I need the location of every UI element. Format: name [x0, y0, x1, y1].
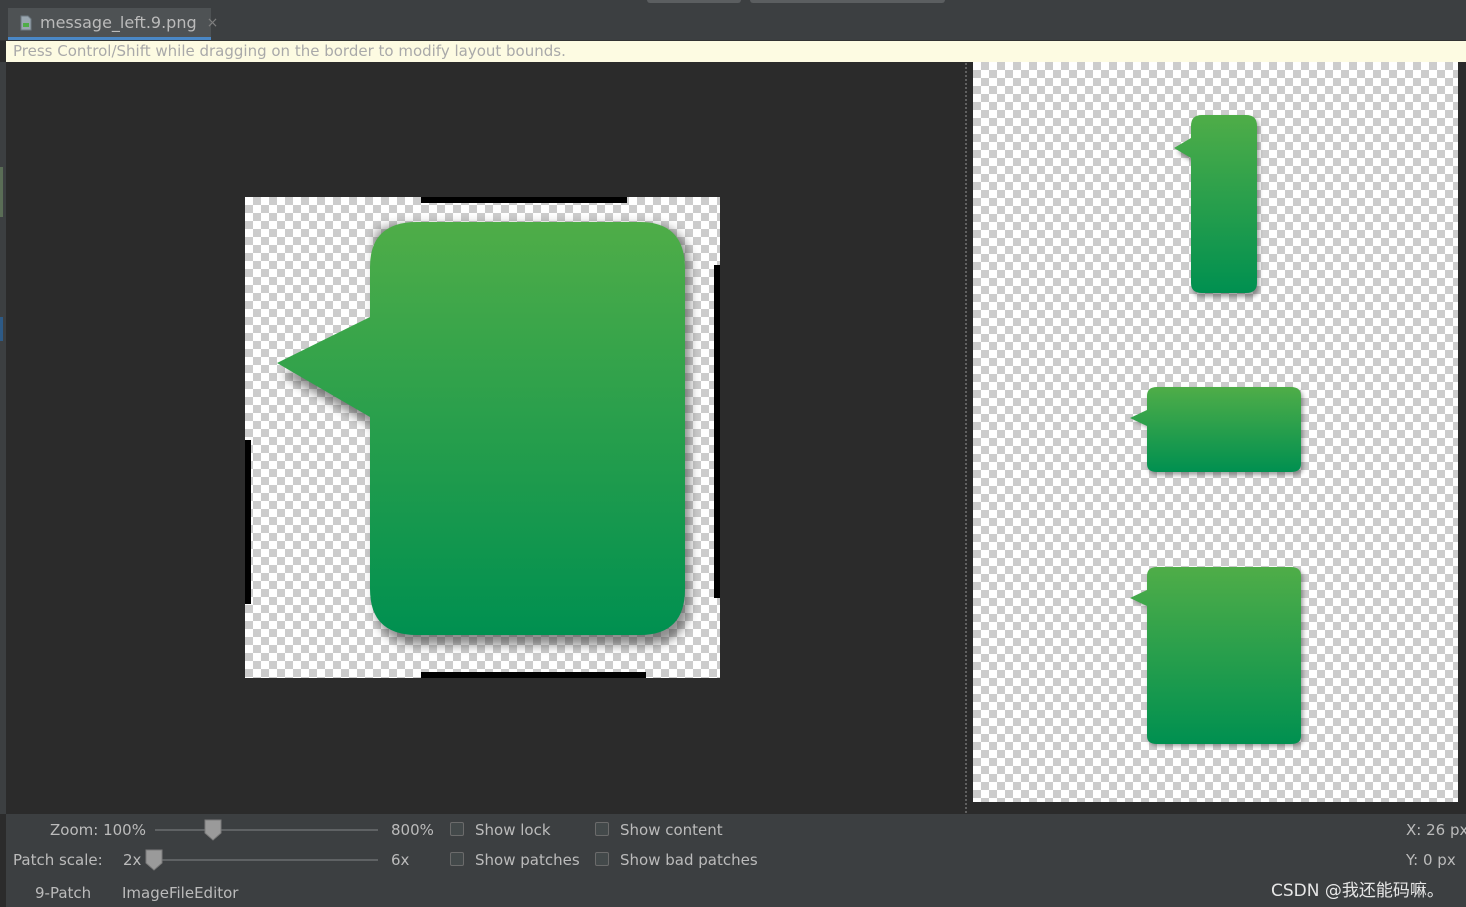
close-icon[interactable]: ×	[207, 15, 219, 31]
csdn-watermark: CSDN @我还能码嘛。	[1271, 881, 1444, 901]
zoom-max-label: 800%	[391, 821, 434, 839]
patch-scale-slider-track[interactable]	[155, 859, 378, 861]
bubble-shape	[277, 222, 685, 635]
toolbar-stub	[647, 0, 741, 3]
show-content-label[interactable]: Show content	[620, 821, 723, 839]
gutter-marker	[0, 167, 3, 217]
preview-horizontal-stretch	[1130, 387, 1303, 475]
preview-both-stretch	[1130, 567, 1303, 746]
patch-marker-top	[421, 197, 627, 203]
hint-banner: Press Control/Shift while dragging on th…	[6, 41, 1466, 62]
editor-tab-bar: message_left.9.png ×	[0, 0, 1466, 41]
show-patches-label[interactable]: Show patches	[475, 851, 580, 869]
patch-marker-bottom	[421, 672, 646, 678]
patch-scale-label: Patch scale:	[13, 851, 103, 869]
tab-image-file-editor[interactable]: ImageFileEditor	[122, 884, 238, 902]
nine-patch-controls: Zoom: 100% 800% Show lock Show content X…	[6, 814, 1466, 907]
patch-scale-slider-thumb[interactable]	[145, 849, 163, 871]
panel-splitter[interactable]	[960, 62, 972, 814]
tab-filename: message_left.9.png	[40, 13, 197, 32]
preview-vertical-stretch	[1174, 115, 1259, 297]
patch-scale-max-label: 6x	[391, 851, 410, 869]
show-lock-label[interactable]: Show lock	[475, 821, 551, 839]
show-content-checkbox[interactable]	[595, 822, 609, 836]
x-coordinate: X: 26 px	[1406, 821, 1466, 839]
tab-9-patch[interactable]: 9-Patch	[35, 884, 91, 902]
zoom-slider-thumb[interactable]	[204, 819, 222, 841]
show-bad-patches-checkbox[interactable]	[595, 852, 609, 866]
y-coordinate: Y: 0 px	[1406, 851, 1456, 869]
nine-patch-image[interactable]	[245, 197, 720, 678]
show-bad-patches-label[interactable]: Show bad patches	[620, 851, 758, 869]
toolbar-stub	[750, 0, 945, 3]
patch-marker-right	[714, 265, 720, 598]
tab-message-left[interactable]: message_left.9.png ×	[8, 8, 218, 40]
stretch-preview-panel	[973, 62, 1458, 802]
patch-scale-min-label: 2x	[123, 851, 142, 869]
show-patches-checkbox[interactable]	[450, 852, 464, 866]
show-lock-checkbox[interactable]	[450, 822, 464, 836]
zoom-label: Zoom: 100%	[50, 821, 146, 839]
zoom-slider-track[interactable]	[155, 829, 378, 831]
gutter-marker	[0, 317, 3, 341]
patch-marker-left	[245, 440, 251, 604]
image-file-icon	[20, 15, 32, 31]
splitter-grip	[964, 62, 968, 814]
